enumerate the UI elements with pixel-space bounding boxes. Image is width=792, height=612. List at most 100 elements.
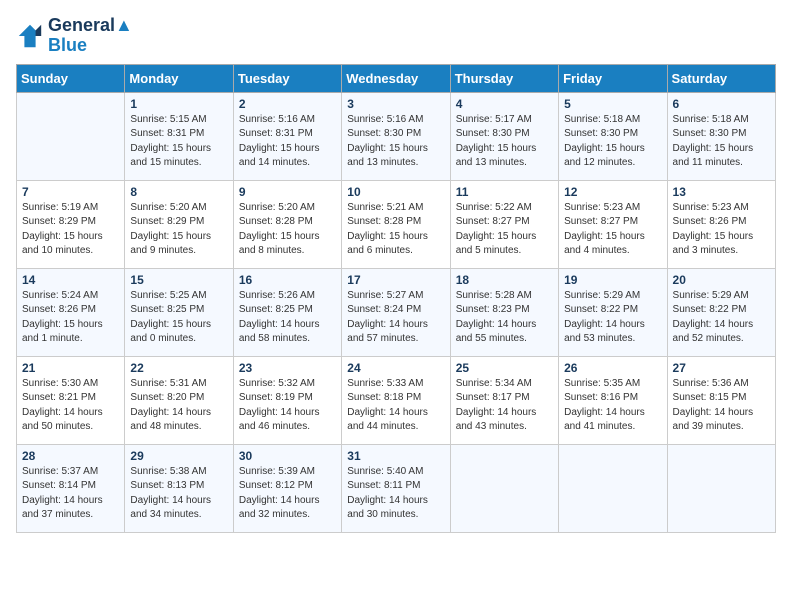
calendar-cell: 20 Sunrise: 5:29 AM Sunset: 8:22 PM Dayli… <box>667 268 775 356</box>
calendar-cell: 5 Sunrise: 5:18 AM Sunset: 8:30 PM Daylig… <box>559 92 667 180</box>
day-number: 10 <box>347 185 444 199</box>
calendar-cell: 12Sunrise: 5:23 AM Sunset: 8:27 PM Dayli… <box>559 180 667 268</box>
calendar-cell: 9 Sunrise: 5:20 AM Sunset: 8:28 PM Daylig… <box>233 180 341 268</box>
cell-content: Sunrise: 5:19 AM Sunset: 8:29 PM Dayligh… <box>22 201 119 259</box>
day-number: 19 <box>564 273 661 287</box>
day-number: 1 <box>130 97 227 111</box>
calendar-cell <box>667 444 775 532</box>
calendar-cell: 18 Sunrise: 5:28 AM Sunset: 8:23 PM Dayli… <box>450 268 558 356</box>
cell-content: Sunrise: 5:37 AM Sunset: 8:14 PM Dayligh… <box>22 465 119 523</box>
day-number: 13 <box>673 185 770 199</box>
day-number: 2 <box>239 97 336 111</box>
week-row-3: 21 Sunrise: 5:30 AM Sunset: 8:21 PM Dayli… <box>17 356 776 444</box>
day-number: 31 <box>347 449 444 463</box>
day-number: 8 <box>130 185 227 199</box>
day-number: 4 <box>456 97 553 111</box>
calendar-cell: 15 Sunrise: 5:25 AM Sunset: 8:25 PM Dayli… <box>125 268 233 356</box>
cell-content: Sunrise: 5:40 AM Sunset: 8:11 PM Dayligh… <box>347 465 444 523</box>
calendar-cell: 2 Sunrise: 5:16 AM Sunset: 8:31 PM Daylig… <box>233 92 341 180</box>
cell-content: Sunrise: 5:20 AM Sunset: 8:28 PM Dayligh… <box>239 201 336 259</box>
cell-content: Sunrise: 5:21 AM Sunset: 8:28 PM Dayligh… <box>347 201 444 259</box>
calendar-cell: 22 Sunrise: 5:31 AM Sunset: 8:20 PM Dayli… <box>125 356 233 444</box>
day-number: 22 <box>130 361 227 375</box>
header: General▲ Blue <box>16 16 776 56</box>
calendar-cell: 31 Sunrise: 5:40 AM Sunset: 8:11 PM Dayli… <box>342 444 450 532</box>
week-row-0: 1Sunrise: 5:15 AM Sunset: 8:31 PM Daylig… <box>17 92 776 180</box>
day-number: 20 <box>673 273 770 287</box>
col-thursday: Thursday <box>450 64 558 92</box>
calendar-cell: 21 Sunrise: 5:30 AM Sunset: 8:21 PM Dayli… <box>17 356 125 444</box>
calendar-cell: 17Sunrise: 5:27 AM Sunset: 8:24 PM Dayli… <box>342 268 450 356</box>
calendar-cell <box>450 444 558 532</box>
day-number: 29 <box>130 449 227 463</box>
day-number: 24 <box>347 361 444 375</box>
calendar-cell: 8 Sunrise: 5:20 AM Sunset: 8:29 PM Daylig… <box>125 180 233 268</box>
day-number: 21 <box>22 361 119 375</box>
calendar-cell: 7Sunrise: 5:19 AM Sunset: 8:29 PM Daylig… <box>17 180 125 268</box>
header-row: Sunday Monday Tuesday Wednesday Thursday… <box>17 64 776 92</box>
cell-content: Sunrise: 5:30 AM Sunset: 8:21 PM Dayligh… <box>22 377 119 435</box>
col-wednesday: Wednesday <box>342 64 450 92</box>
cell-content: Sunrise: 5:32 AM Sunset: 8:19 PM Dayligh… <box>239 377 336 435</box>
cell-content: Sunrise: 5:25 AM Sunset: 8:25 PM Dayligh… <box>130 289 227 347</box>
calendar-cell: 1Sunrise: 5:15 AM Sunset: 8:31 PM Daylig… <box>125 92 233 180</box>
day-number: 16 <box>239 273 336 287</box>
calendar-table: Sunday Monday Tuesday Wednesday Thursday… <box>16 64 776 533</box>
col-tuesday: Tuesday <box>233 64 341 92</box>
cell-content: Sunrise: 5:16 AM Sunset: 8:30 PM Dayligh… <box>347 113 444 171</box>
calendar-cell: 16 Sunrise: 5:26 AM Sunset: 8:25 PM Dayli… <box>233 268 341 356</box>
calendar-cell: 27 Sunrise: 5:36 AM Sunset: 8:15 PM Dayli… <box>667 356 775 444</box>
week-row-1: 7Sunrise: 5:19 AM Sunset: 8:29 PM Daylig… <box>17 180 776 268</box>
cell-content: Sunrise: 5:24 AM Sunset: 8:26 PM Dayligh… <box>22 289 119 347</box>
cell-content: Sunrise: 5:29 AM Sunset: 8:22 PM Dayligh… <box>673 289 770 347</box>
cell-content: Sunrise: 5:26 AM Sunset: 8:25 PM Dayligh… <box>239 289 336 347</box>
day-number: 28 <box>22 449 119 463</box>
cell-content: Sunrise: 5:20 AM Sunset: 8:29 PM Dayligh… <box>130 201 227 259</box>
calendar-cell: 26Sunrise: 5:35 AM Sunset: 8:16 PM Dayli… <box>559 356 667 444</box>
calendar-cell: 6Sunrise: 5:18 AM Sunset: 8:30 PM Daylig… <box>667 92 775 180</box>
calendar-cell: 29 Sunrise: 5:38 AM Sunset: 8:13 PM Dayli… <box>125 444 233 532</box>
calendar-cell: 24 Sunrise: 5:33 AM Sunset: 8:18 PM Dayli… <box>342 356 450 444</box>
cell-content: Sunrise: 5:33 AM Sunset: 8:18 PM Dayligh… <box>347 377 444 435</box>
logo-icon <box>16 22 44 50</box>
logo-text: General▲ Blue <box>48 16 133 56</box>
col-friday: Friday <box>559 64 667 92</box>
cell-content: Sunrise: 5:18 AM Sunset: 8:30 PM Dayligh… <box>673 113 770 171</box>
week-row-2: 14 Sunrise: 5:24 AM Sunset: 8:26 PM Dayli… <box>17 268 776 356</box>
calendar-cell: 19Sunrise: 5:29 AM Sunset: 8:22 PM Dayli… <box>559 268 667 356</box>
day-number: 3 <box>347 97 444 111</box>
calendar-cell <box>559 444 667 532</box>
cell-content: Sunrise: 5:28 AM Sunset: 8:23 PM Dayligh… <box>456 289 553 347</box>
day-number: 9 <box>239 185 336 199</box>
day-number: 23 <box>239 361 336 375</box>
calendar-cell: 14 Sunrise: 5:24 AM Sunset: 8:26 PM Dayli… <box>17 268 125 356</box>
col-sunday: Sunday <box>17 64 125 92</box>
cell-content: Sunrise: 5:18 AM Sunset: 8:30 PM Dayligh… <box>564 113 661 171</box>
day-number: 15 <box>130 273 227 287</box>
calendar-cell: 25Sunrise: 5:34 AM Sunset: 8:17 PM Dayli… <box>450 356 558 444</box>
cell-content: Sunrise: 5:31 AM Sunset: 8:20 PM Dayligh… <box>130 377 227 435</box>
calendar-cell: 3 Sunrise: 5:16 AM Sunset: 8:30 PM Daylig… <box>342 92 450 180</box>
day-number: 27 <box>673 361 770 375</box>
cell-content: Sunrise: 5:38 AM Sunset: 8:13 PM Dayligh… <box>130 465 227 523</box>
calendar-cell: 11Sunrise: 5:22 AM Sunset: 8:27 PM Dayli… <box>450 180 558 268</box>
logo: General▲ Blue <box>16 16 133 56</box>
calendar-cell: 23 Sunrise: 5:32 AM Sunset: 8:19 PM Dayli… <box>233 356 341 444</box>
day-number: 5 <box>564 97 661 111</box>
cell-content: Sunrise: 5:16 AM Sunset: 8:31 PM Dayligh… <box>239 113 336 171</box>
calendar-cell: 10 Sunrise: 5:21 AM Sunset: 8:28 PM Dayli… <box>342 180 450 268</box>
day-number: 25 <box>456 361 553 375</box>
cell-content: Sunrise: 5:36 AM Sunset: 8:15 PM Dayligh… <box>673 377 770 435</box>
week-row-4: 28 Sunrise: 5:37 AM Sunset: 8:14 PM Dayli… <box>17 444 776 532</box>
cell-content: Sunrise: 5:17 AM Sunset: 8:30 PM Dayligh… <box>456 113 553 171</box>
day-number: 30 <box>239 449 336 463</box>
day-number: 17 <box>347 273 444 287</box>
cell-content: Sunrise: 5:23 AM Sunset: 8:26 PM Dayligh… <box>673 201 770 259</box>
calendar-cell <box>17 92 125 180</box>
day-number: 14 <box>22 273 119 287</box>
day-number: 18 <box>456 273 553 287</box>
calendar-cell: 13 Sunrise: 5:23 AM Sunset: 8:26 PM Dayli… <box>667 180 775 268</box>
col-saturday: Saturday <box>667 64 775 92</box>
col-monday: Monday <box>125 64 233 92</box>
calendar-cell: 30Sunrise: 5:39 AM Sunset: 8:12 PM Dayli… <box>233 444 341 532</box>
